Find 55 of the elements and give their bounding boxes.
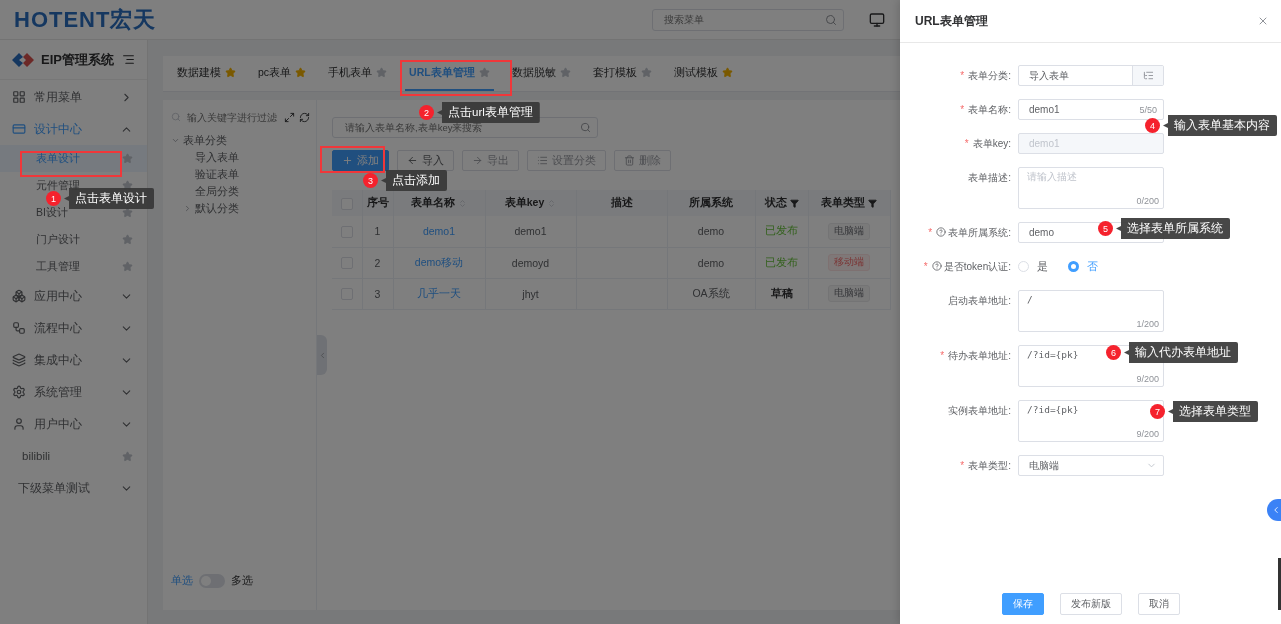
required-mark: * (960, 459, 965, 473)
field-label: 是否token认证: (943, 260, 1011, 274)
table-cell: demoyd (485, 247, 576, 278)
field-label: 表单分类: (968, 69, 1011, 83)
required-mark: * (960, 69, 965, 83)
field-label: 表单key: (972, 137, 1011, 151)
column-header: 状态 (755, 190, 808, 216)
field-label: 待办表单地址: (948, 349, 1011, 363)
step-tooltip: 点击表单设计 (64, 188, 154, 209)
required-mark: * (960, 103, 965, 117)
column-header: 序号 (362, 190, 393, 216)
char-counter: 5/50 (1139, 104, 1157, 115)
column-header: 描述 (576, 190, 667, 216)
table-cell: demo (667, 247, 755, 278)
step-tooltip: 选择表单类型 (1168, 401, 1258, 422)
status-text: 已发布 (765, 255, 798, 268)
column-header: 表单key (485, 190, 576, 216)
status-text: 已发布 (765, 224, 798, 237)
switch-label: 多选 (231, 574, 253, 588)
required-mark: * (940, 349, 945, 363)
char-counter: 1/200 (1136, 319, 1159, 329)
table-cell: 3 (362, 278, 393, 309)
step-tooltip: 输入代办表单地址 (1124, 342, 1238, 363)
table-cell: 1 (362, 216, 393, 247)
required-mark: * (923, 260, 928, 274)
char-counter: 0/200 (1136, 196, 1159, 206)
step-tooltip: 输入表单基本内容 (1163, 115, 1277, 136)
required-mark: * (928, 226, 933, 240)
char-counter: 9/200 (1136, 374, 1159, 384)
required-mark: * (964, 137, 969, 151)
logo: HOTENT宏天 (14, 5, 157, 34)
step-tooltip: 选择表单所属系统 (1116, 218, 1230, 239)
table-cell: jhyt (485, 278, 576, 309)
system-title: EIP管理系统 (41, 50, 114, 69)
step-tooltip: 点击添加 (381, 170, 447, 191)
field-label: 表单描述: (968, 171, 1011, 185)
field-label: 启动表单地址: (948, 294, 1011, 308)
table-cell: demo1 (485, 216, 576, 247)
field-label: 实例表单地址: (948, 404, 1011, 418)
drawer-title: URL表单管理 (915, 12, 988, 30)
field-label: 表单名称: (968, 103, 1011, 117)
type-tag: 电脑端 (828, 222, 870, 240)
char-counter: 9/200 (1136, 429, 1159, 439)
status-text: 草稿 (770, 286, 793, 299)
column-header: 表单类型 (808, 190, 890, 216)
column-header: 表单名称 (393, 190, 485, 216)
table-cell: demo (667, 216, 755, 247)
table-cell: OA系统 (667, 278, 755, 309)
table-cell: 2 (362, 247, 393, 278)
column-header: 所属系统 (667, 190, 755, 216)
type-tag: 电脑端 (828, 285, 870, 302)
switch-label: 单选 (171, 574, 193, 588)
field-label: 表单类型: (968, 459, 1011, 473)
field-label: 表单所属系统: (948, 226, 1011, 240)
step-tooltip: 点击url表单管理 (437, 102, 540, 123)
